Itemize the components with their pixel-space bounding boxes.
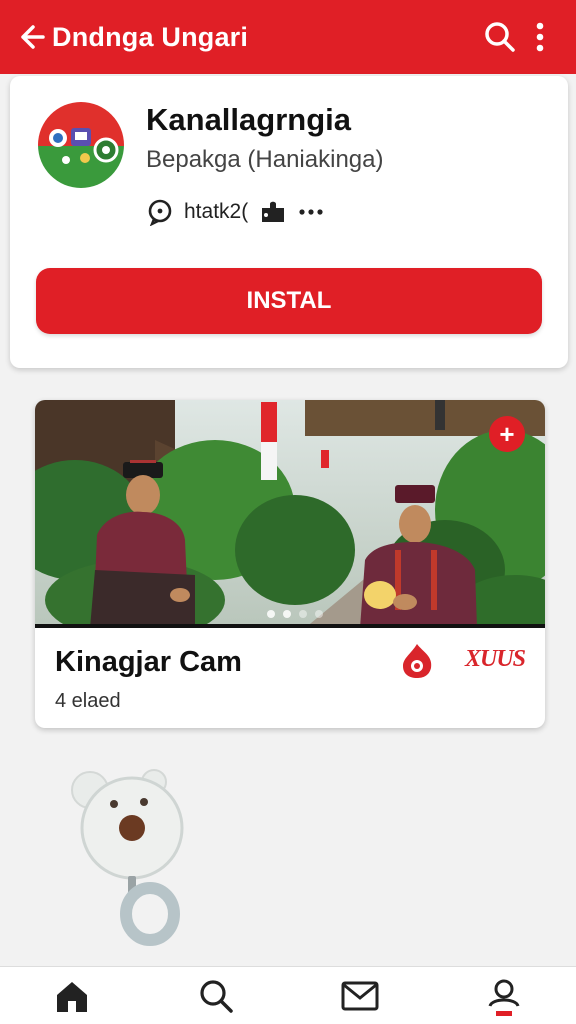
mail-icon — [341, 981, 379, 1010]
more-horizontal-icon[interactable] — [298, 207, 324, 217]
chat-bubble-icon — [148, 199, 172, 226]
media-title: Kinagjar Cam — [55, 646, 242, 678]
install-button[interactable]: INSTAL — [36, 268, 542, 334]
brand-logo: XUUS — [465, 646, 526, 672]
puzzle-icon — [262, 201, 285, 222]
back-button[interactable] — [16, 21, 48, 53]
top-app-bar: Dndnga Ungari — [0, 0, 576, 74]
carousel-indicator[interactable] — [267, 610, 323, 618]
nav-home[interactable] — [42, 971, 102, 1021]
app-name: Kanallagrngia — [146, 102, 351, 137]
search-button[interactable] — [480, 17, 520, 57]
arrow-left-icon — [21, 25, 45, 49]
bear-keychain-image — [71, 769, 184, 946]
media-card[interactable]: + Kinagjar Cam 4 elaed XUUS — [35, 400, 545, 728]
app-developer[interactable]: Bepakga (Haniakinga) — [146, 146, 383, 174]
home-icon — [57, 981, 87, 1012]
nav-messages[interactable] — [330, 971, 390, 1021]
nav-profile[interactable] — [474, 971, 534, 1021]
media-subtitle: 4 elaed — [55, 690, 121, 712]
media-photo — [35, 400, 545, 628]
app-info-card: Kanallagrngia Bepakga (Haniakinga) htatk… — [10, 76, 568, 368]
search-icon — [485, 22, 515, 52]
app-meta-text: htatk2( — [184, 200, 249, 223]
flame-logo-icon — [403, 644, 432, 678]
more-menu-button[interactable] — [520, 17, 560, 57]
profile-icon — [488, 979, 520, 1016]
bottom-navigation — [0, 966, 576, 1024]
add-button[interactable]: + — [489, 416, 525, 452]
search-icon — [200, 979, 233, 1013]
nav-search[interactable] — [186, 971, 246, 1021]
page-title: Dndnga Ungari — [52, 21, 249, 52]
app-logo — [38, 102, 124, 188]
more-vertical-icon — [536, 22, 544, 52]
app-meta-row: htatk2( — [146, 198, 324, 226]
